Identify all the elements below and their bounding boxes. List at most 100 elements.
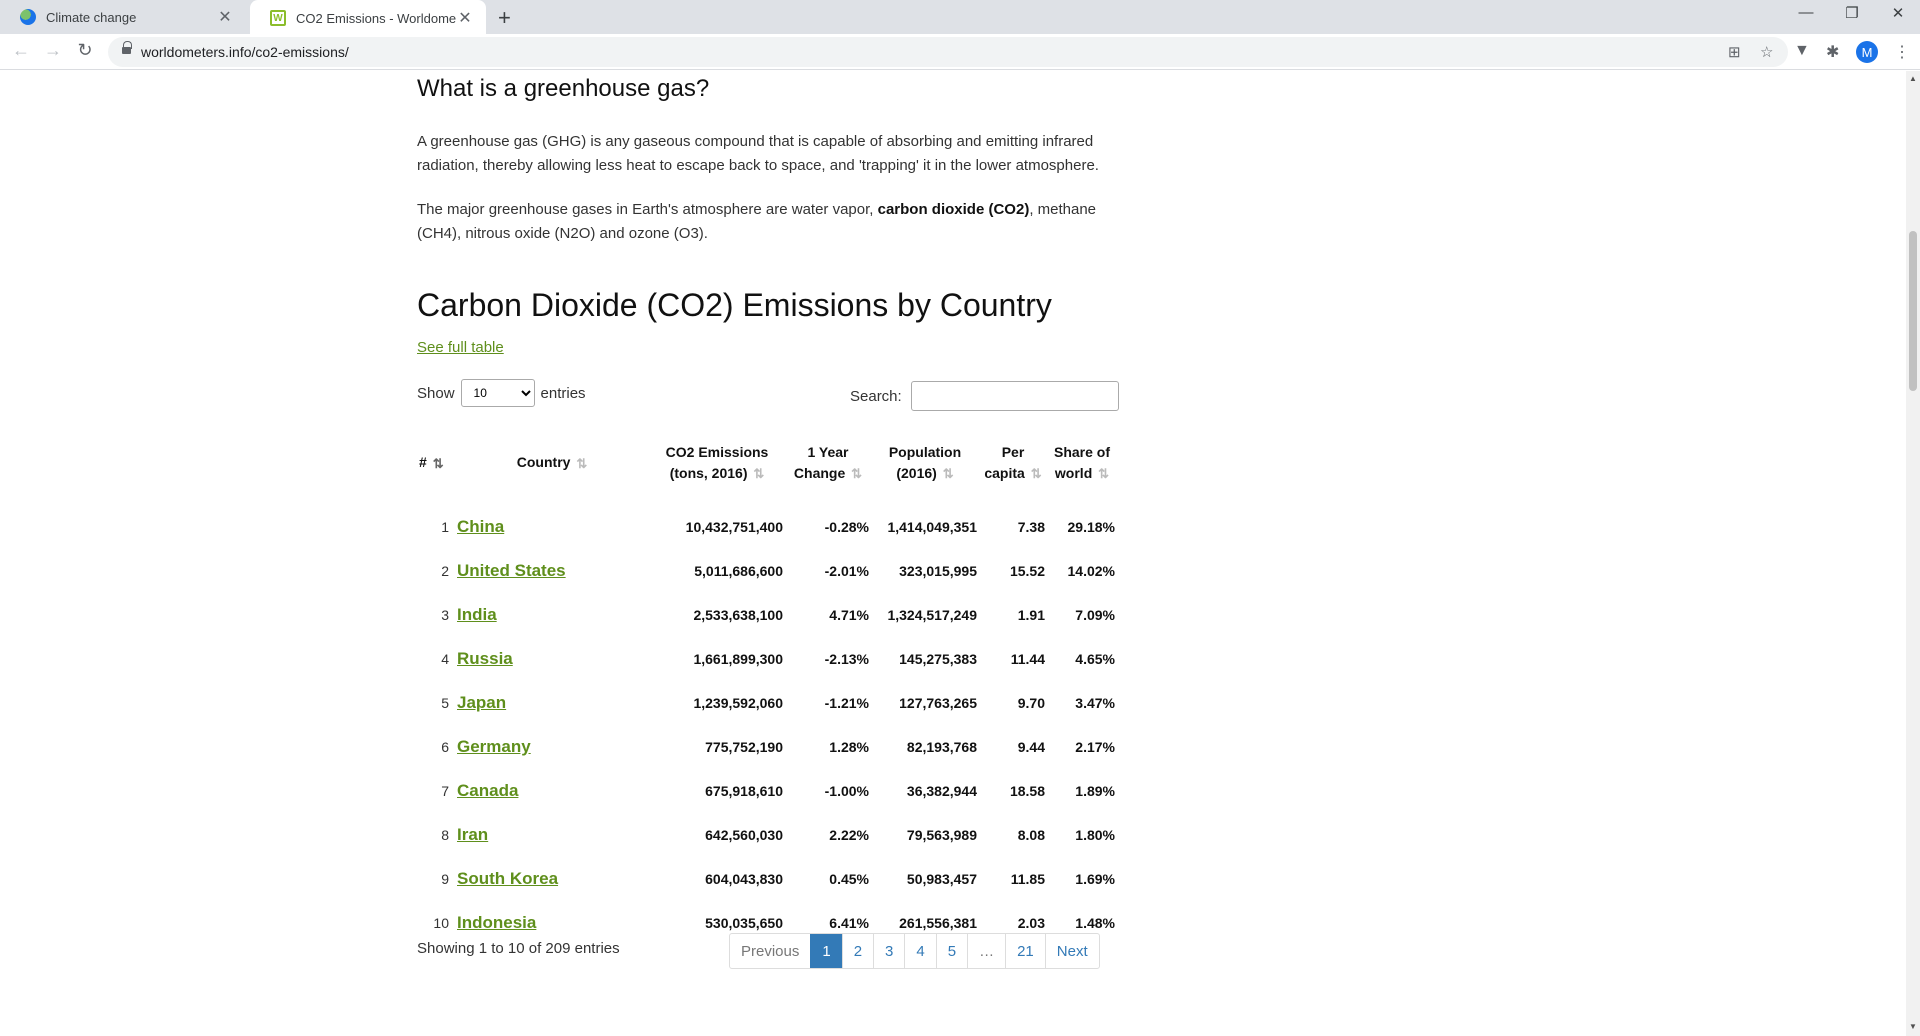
population-cell: 50,983,457 [906,871,977,887]
table-row: 2 United States 5,011,686,600 -2.01% 323,015… [417,549,1117,593]
scroll-down-icon[interactable]: ▼ [1909,1022,1917,1031]
pagination-previous[interactable]: Previous [730,934,810,968]
extensions-puzzle-icon[interactable]: ✱ [1826,42,1839,62]
pagination-page-21[interactable]: 21 [1005,934,1045,968]
rank-cell: 2 [441,563,449,579]
sort-ascending-icon: ⇅ [432,455,444,471]
col-header-rank[interactable]: # ⇅ [417,421,455,505]
per-capita-cell: 9.44 [1017,739,1045,755]
share-cell: 4.65% [1075,651,1115,667]
country-link[interactable]: Canada [457,781,518,800]
country-link[interactable]: India [457,605,497,624]
country-cell: China [455,505,649,549]
pagination-page-5[interactable]: 5 [935,934,967,968]
country-link[interactable]: Japan [457,693,506,712]
col-header-label: 1 Year Change [793,443,849,481]
search-input[interactable] [910,381,1119,411]
pagination-page-4[interactable]: 4 [904,934,935,968]
pagination-page-1[interactable]: 1 [810,934,842,968]
table-row: 8 Iran 642,560,030 2.22% 79,563,989 8.08 1.80% [417,813,1117,857]
pagination-next[interactable]: Next [1044,934,1099,968]
country-link[interactable]: Indonesia [457,913,536,932]
see-full-table-link[interactable]: See full table [417,339,504,356]
country-link[interactable]: South Korea [457,869,558,888]
extension-filter-icon[interactable]: ▼ [1794,42,1810,60]
col-header-co2-emissions[interactable]: CO2 Emissions (tons, 2016) ⇅ [649,421,785,505]
back-icon[interactable]: ← [9,40,33,61]
tab-co2-emissions[interactable]: W CO2 Emissions - Worldometer ✕ [250,0,486,36]
country-link[interactable]: Germany [457,737,531,756]
close-window-icon[interactable]: ✕ [1878,4,1918,22]
rank-cell: 10 [433,915,449,931]
sort-icon: ⇅ [576,455,588,471]
country-link[interactable]: China [457,517,504,536]
per-capita-cell: 11.44 [1010,651,1045,667]
per-capita-cell: 9.70 [1017,695,1045,711]
minimize-icon[interactable]: — [1786,4,1826,21]
table-heading: Carbon Dioxide (CO2) Emissions by Countr… [417,287,1052,323]
co2-cell: 2,533,638,100 [693,607,783,623]
scroll-up-icon[interactable]: ▲ [1909,74,1917,83]
show-label: Show [417,384,455,402]
close-tab-icon[interactable]: ✕ [216,7,234,27]
rank-cell: 5 [441,695,449,711]
co2-cell: 5,011,686,600 [694,563,783,579]
per-capita-cell: 11.85 [1010,871,1045,887]
ghg-paragraph-1: A greenhouse gas (GHG) is any gaseous co… [417,133,1099,174]
table-header-row: # ⇅ Country ⇅ CO2 Emissions (tons, 2016)… [417,421,1117,505]
address-bar[interactable]: worldometers.info/co2-emissions/ ⊞ ☆ [108,37,1788,67]
bookmark-star-icon[interactable]: ☆ [1760,43,1773,61]
scrollbar-thumb[interactable] [1909,231,1917,391]
country-link[interactable]: United States [457,561,566,580]
rank-cell: 4 [441,651,449,667]
col-header-year-change[interactable]: 1 Year Change ⇅ [785,421,871,505]
rank-cell: 9 [441,871,449,887]
per-capita-cell: 18.58 [1009,783,1045,799]
menu-kebab-icon[interactable]: ⋮ [1894,42,1910,62]
sort-icon: ⇅ [942,466,954,482]
col-header-label: Country [516,454,571,471]
country-cell: United States [455,549,649,593]
pagination-page-3[interactable]: 3 [873,934,904,968]
reload-icon[interactable]: ↻ [73,40,97,61]
col-header-population[interactable]: Population (2016) ⇅ [871,421,979,505]
co2-cell: 1,239,592,060 [693,695,783,711]
col-header-share-of-world[interactable]: Share of world ⇅ [1047,421,1117,505]
table-body: 1 China 10,432,751,400 -0.28% 1,414,049,351 7… [417,505,1117,945]
share-cell: 14.02% [1067,563,1115,579]
tab-climate-change[interactable]: Climate change ✕ [0,0,246,34]
col-header-per-capita[interactable]: Per capita ⇅ [979,421,1047,505]
country-link[interactable]: Iran [457,825,488,844]
forward-icon[interactable]: → [41,40,65,61]
change-cell: -0.28% [824,519,869,535]
browser-toolbar: ← → ↻ worldometers.info/co2-emissions/ ⊞… [0,34,1920,70]
tab-strip: Climate change ✕ W CO2 Emissions - World… [0,0,1920,36]
co2-cell: 642,560,030 [705,827,783,843]
search-label: Search: [850,387,902,405]
entries-select[interactable]: 10 [460,379,535,407]
col-header-label: Per capita [984,443,1025,481]
co2-cell: 10,432,751,400 [685,519,783,535]
table-row: 7 Canada 675,918,610 -1.00% 36,382,944 18.58 1… [417,769,1117,813]
co2-cell: 1,661,899,300 [693,651,783,667]
co2-cell: 675,918,610 [705,783,783,799]
change-cell: -2.01% [824,563,869,579]
page-viewport: What is a greenhouse gas? A greenhouse g… [0,71,1906,1036]
close-tab-icon[interactable]: ✕ [456,8,474,28]
worldometer-favicon-icon: W [270,10,286,26]
per-capita-cell: 15.52 [1009,563,1045,579]
col-header-country[interactable]: Country ⇅ [455,421,649,505]
page-scrollbar[interactable]: ▲ ▼ [1906,71,1920,1036]
pagination-page-2[interactable]: 2 [841,934,873,968]
restore-icon[interactable]: ❐ [1832,4,1872,22]
new-tab-button[interactable]: + [498,5,511,31]
table-row: 3 India 2,533,638,100 4.71% 1,324,517,249 1.9… [417,593,1117,637]
co2-cell: 775,752,190 [705,739,783,755]
translate-icon[interactable]: ⊞ [1728,43,1741,61]
profile-avatar[interactable]: M [1856,41,1878,63]
sort-icon: ⇅ [1098,466,1110,482]
change-cell: -1.21% [824,695,869,711]
country-cell: South Korea [455,857,649,901]
globe-favicon-icon [20,9,36,25]
country-link[interactable]: Russia [457,649,513,668]
